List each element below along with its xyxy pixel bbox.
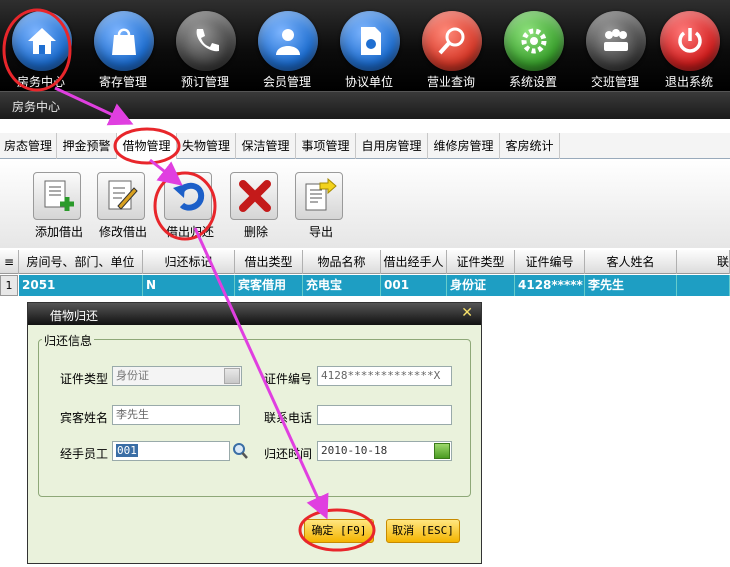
add-document-icon: [33, 172, 81, 220]
top-nav-bar: 房务中心 寄存管理 预订管理 会员管理 协议单位 营业查询 系统设置 交班管理 …: [0, 0, 730, 91]
column-header[interactable]: 物品名称: [303, 250, 381, 274]
action-toolbar: 添加借出 修改借出 借出归还 删除 导出: [0, 160, 730, 248]
tab-deposit-warning[interactable]: 押金预警: [57, 133, 117, 159]
group-title: 归还信息: [42, 332, 95, 349]
confirm-button[interactable]: 确定 [F9]: [304, 519, 374, 543]
tab-lost-items[interactable]: 失物管理: [177, 133, 236, 159]
app-window: 房务中心 寄存管理 预订管理 会员管理 协议单位 营业查询 系统设置 交班管理 …: [0, 0, 730, 567]
row-index[interactable]: 1: [0, 275, 18, 296]
tab-matters[interactable]: 事项管理: [296, 133, 356, 159]
return-dialog: 借物归还 ✕ 归还信息 证件类型 身份证 证件编号 4128**********…: [27, 302, 482, 564]
phone-field[interactable]: [317, 405, 452, 425]
table-cell: 001: [381, 275, 447, 296]
nav-item-room-center[interactable]: 房务中心: [0, 0, 82, 91]
cancel-button[interactable]: 取消 [ESC]: [386, 519, 460, 543]
table-cell: 充电宝: [303, 275, 381, 296]
tab-self-use-room[interactable]: 自用房管理: [356, 133, 428, 159]
column-header[interactable]: 借出类型: [235, 250, 303, 274]
table-cell: 4128*****: [515, 275, 585, 296]
power-icon: [660, 11, 720, 71]
section-title-bar: 房务中心: [0, 91, 730, 119]
search-icon[interactable]: [232, 442, 248, 460]
column-header[interactable]: 联: [677, 250, 730, 274]
guest-name-field[interactable]: 李先生: [112, 405, 240, 425]
column-header[interactable]: 证件类型: [447, 250, 515, 274]
user-icon: [258, 11, 318, 71]
chevron-down-icon[interactable]: [224, 368, 240, 384]
nav-item-member[interactable]: 会员管理: [246, 0, 328, 91]
id-number-label: 证件编号: [264, 372, 313, 386]
home-icon: [12, 11, 72, 71]
search-icon: [422, 11, 482, 71]
return-borrow-button[interactable]: 借出归还: [160, 172, 220, 242]
section-title: 房务中心: [12, 100, 61, 114]
guest-name-label: 宾客姓名: [60, 411, 109, 425]
grid-menu-icon[interactable]: ≡: [0, 250, 19, 274]
nav-item-booking[interactable]: 预订管理: [164, 0, 246, 91]
column-header[interactable]: 证件编号: [515, 250, 585, 274]
table-cell: N: [143, 275, 235, 296]
tab-cleaning[interactable]: 保洁管理: [236, 133, 296, 159]
nav-item-settings[interactable]: 系统设置: [492, 0, 574, 91]
handler-label: 经手员工: [60, 447, 109, 461]
table-row[interactable]: 2051 N 宾客借用 充电宝 001 身份证 4128***** 李先生: [19, 275, 730, 296]
tab-room-status[interactable]: 房态管理: [0, 133, 57, 159]
phone-label: 联系电话: [264, 411, 313, 425]
edit-document-icon: [97, 172, 145, 220]
dialog-title: 借物归还: [50, 309, 99, 323]
document-icon: [340, 11, 400, 71]
close-icon[interactable]: ✕: [461, 305, 473, 321]
id-number-field[interactable]: 4128*************X: [317, 366, 452, 386]
table-cell: 宾客借用: [235, 275, 303, 296]
delete-button[interactable]: 删除: [226, 172, 286, 242]
id-type-label: 证件类型: [60, 372, 109, 386]
return-arrow-icon: [164, 172, 212, 220]
grid-header: ≡ 房间号、部门、单位 归还标记 借出类型 物品名称 借出经手人 证件类型 证件…: [0, 250, 730, 274]
chevron-down-icon[interactable]: [434, 443, 450, 459]
table-cell: 李先生: [585, 275, 677, 296]
nav-item-agreement[interactable]: 协议单位: [328, 0, 410, 91]
handler-field[interactable]: 001: [112, 441, 230, 461]
tab-room-statistics[interactable]: 客房统计: [500, 133, 560, 159]
table-cell: [677, 275, 730, 296]
return-time-label: 归还时间: [264, 447, 313, 461]
nav-item-exit[interactable]: 退出系统: [648, 0, 730, 91]
add-borrow-button[interactable]: 添加借出: [29, 172, 89, 242]
table-cell: 2051: [19, 275, 143, 296]
nav-item-storage[interactable]: 寄存管理: [82, 0, 164, 91]
return-time-picker[interactable]: 2010-10-18: [317, 441, 452, 461]
phone-icon: [176, 11, 236, 71]
tab-repair-room[interactable]: 维修房管理: [428, 133, 500, 159]
column-header[interactable]: 归还标记: [143, 250, 235, 274]
delete-x-icon: [230, 172, 278, 220]
shopping-bag-icon: [94, 11, 154, 71]
nav-item-business-query[interactable]: 营业查询: [410, 0, 492, 91]
column-header[interactable]: 客人姓名: [585, 250, 677, 274]
dialog-title-bar: 借物归还 ✕: [28, 303, 481, 325]
gear-icon: [504, 11, 564, 71]
edit-borrow-button[interactable]: 修改借出: [93, 172, 153, 242]
sub-tab-bar: 房态管理 押金预警 借物管理 失物管理 保洁管理 事项管理 自用房管理 维修房管…: [0, 133, 730, 159]
nav-item-shift[interactable]: 交班管理: [574, 0, 656, 91]
column-header[interactable]: 房间号、部门、单位: [19, 250, 143, 274]
column-header[interactable]: 借出经手人: [381, 250, 447, 274]
tab-borrow-management[interactable]: 借物管理: [117, 133, 177, 159]
id-type-select[interactable]: 身份证: [112, 366, 242, 386]
table-cell: 身份证: [447, 275, 515, 296]
export-button[interactable]: 导出: [291, 172, 351, 242]
team-icon: [586, 11, 646, 71]
export-icon: [295, 172, 343, 220]
